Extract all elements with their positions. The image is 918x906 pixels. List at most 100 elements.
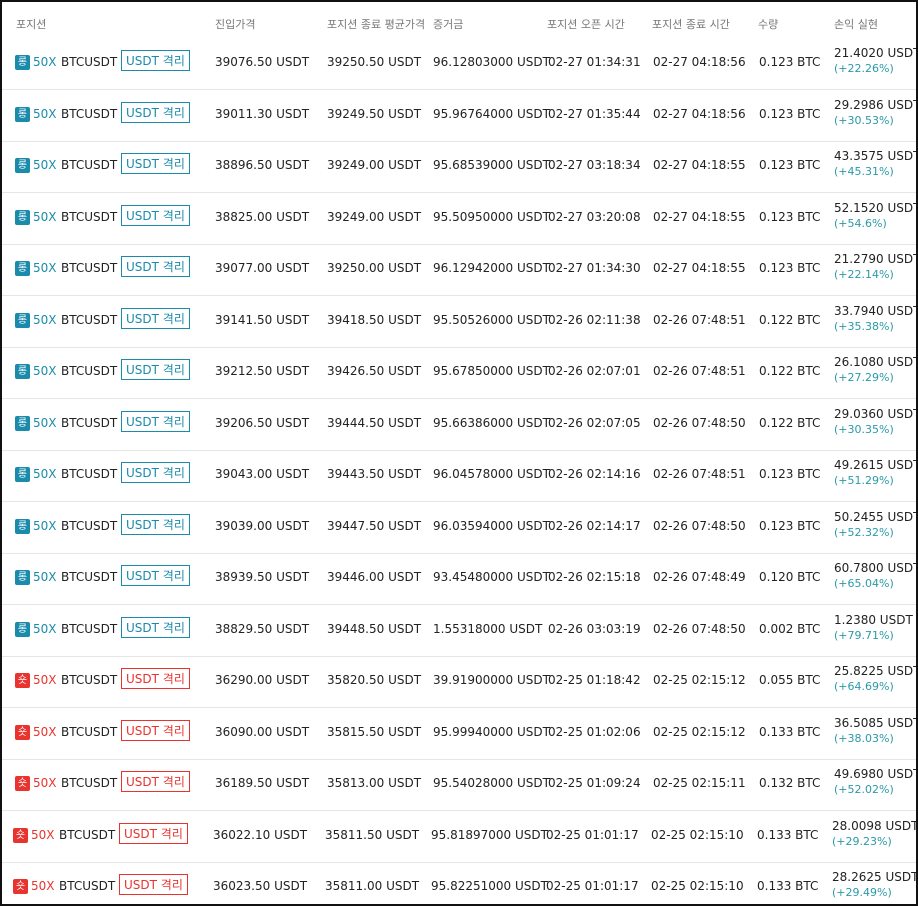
pnl-cell: 28.2625 USDT (+29.49%) — [832, 869, 916, 901]
close-time-cell: 02-27 04:18:55 — [653, 261, 746, 275]
pnl-value: 50.2455 USDT — [834, 509, 918, 524]
close-avg-price-cell: 35820.50 USDT — [327, 673, 422, 687]
open-time-cell: 02-25 01:01:17 — [546, 879, 639, 893]
entry-price-cell: 36023.50 USDT — [213, 879, 308, 893]
entry-price-cell: 39206.50 USDT — [215, 415, 310, 430]
table-row[interactable]: 롱 50X BTCUSDT USDT 격리 38825.00 USDT 39249.00 … — [2, 193, 916, 245]
close-avg-price-cell: 35815.50 USDT — [327, 724, 422, 739]
side-badge: 롱 — [15, 209, 30, 225]
leverage-label: 50X — [33, 776, 57, 790]
pnl-percent: (+30.53%) — [834, 113, 894, 127]
close-avg-price-cell: 39250.00 USDT — [327, 261, 422, 275]
leverage-label: 50X — [33, 570, 57, 584]
margin-cell: 95.67850000 USDT — [433, 364, 550, 378]
side-badge: 롱 — [15, 467, 30, 482]
pnl-value: 36.5085 USDT — [834, 715, 918, 730]
pnl-value: 52.1520 USDT — [834, 200, 918, 215]
close-avg-price-cell: 39444.50 USDT — [327, 415, 422, 430]
pnl-percent: (+22.26%) — [834, 62, 894, 75]
side-badge: 롱 — [15, 621, 30, 637]
side-badge: 롱 — [15, 261, 30, 276]
symbol-label: BTCUSDT — [59, 827, 116, 842]
margin-mode-tag: USDT 격리 — [121, 101, 190, 123]
quantity-cell: 0.132 BTC — [759, 776, 821, 790]
margin-mode-tag: USDT 격리 — [121, 307, 190, 329]
margin-cell: 95.68539000 USDT — [433, 158, 550, 172]
margin-mode-tag: USDT 격리 — [121, 513, 190, 535]
pnl-cell: 33.7940 USDT (+35.38%) — [834, 303, 916, 335]
symbol-label: BTCUSDT — [61, 364, 118, 378]
entry-price-cell: 38896.50 USDT — [215, 158, 310, 172]
table-row[interactable]: 롱 50X BTCUSDT USDT 격리 39077.00 USDT 39250.00 … — [2, 244, 916, 296]
header-close-avg-price: 포지션 종료 평균가격 — [327, 18, 426, 31]
close-avg-price-cell: 39447.50 USDT — [327, 518, 422, 533]
table-row[interactable]: 숏 50X BTCUSDT USDT 격리 36023.50 USDT 35811.00 … — [2, 862, 916, 904]
table-row[interactable]: 롱 50X BTCUSDT USDT 격리 39212.50 USDT 39426.50 … — [2, 347, 916, 399]
open-time-cell: 02-26 02:14:17 — [548, 518, 641, 533]
header-position: 포지션 — [16, 18, 47, 31]
table-row[interactable]: 롱 50X BTCUSDT USDT 격리 39043.00 USDT 39443.50 … — [2, 450, 916, 502]
table-row[interactable]: 롱 50X BTCUSDT USDT 격리 39039.00 USDT 39447.50 … — [2, 502, 916, 554]
leverage-label: 50X — [31, 827, 55, 842]
table-row[interactable]: 롱 50X BTCUSDT USDT 격리 39011.30 USDT 39249.50 … — [2, 90, 916, 142]
table-row[interactable]: 롱 50X BTCUSDT USDT 격리 38896.50 USDT 39249.00 … — [2, 141, 916, 193]
symbol-label: BTCUSDT — [61, 312, 118, 327]
pnl-percent: (+52.32%) — [834, 525, 894, 539]
leverage-label: 50X — [33, 261, 57, 275]
close-time-cell: 02-26 07:48:49 — [653, 570, 746, 584]
pnl-value: 1.2380 USDT — [834, 612, 913, 627]
table-header: 포지션 진입가격 포지션 종료 평균가격 증거금 포지션 오픈 시간 포지션 종… — [2, 2, 916, 38]
margin-mode-tag: USDT 격리 — [121, 204, 190, 226]
quantity-cell: 0.123 BTC — [759, 106, 821, 121]
table-row[interactable]: 숏 50X BTCUSDT USDT 격리 36189.50 USDT 35813.00 … — [2, 759, 916, 811]
header-pnl: 손익 실현 — [834, 18, 878, 31]
table-row[interactable]: 숏 50X BTCUSDT USDT 격리 36090.00 USDT 35815.50 … — [2, 708, 916, 760]
leverage-label: 50X — [33, 467, 57, 481]
entry-price-cell: 38829.50 USDT — [215, 621, 310, 636]
close-time-cell: 02-27 04:18:55 — [653, 209, 746, 224]
margin-mode-tag: USDT 격리 — [121, 256, 190, 277]
table-row[interactable]: 롱 50X BTCUSDT USDT 격리 38829.50 USDT 39448.50 … — [2, 605, 916, 657]
close-avg-price-cell: 39249.00 USDT — [327, 158, 422, 172]
pnl-cell: 25.8225 USDT (+64.69%) — [834, 663, 918, 695]
symbol-label: BTCUSDT — [61, 621, 118, 636]
side-badge: 롱 — [15, 570, 30, 585]
header-close-time: 포지션 종료 시간 — [652, 18, 730, 31]
side-badge: 롱 — [15, 364, 30, 379]
side-badge: 롱 — [15, 518, 30, 534]
table-row[interactable]: 롱 50X BTCUSDT USDT 격리 39076.50 USDT 39250.50 … — [2, 38, 916, 90]
table-row[interactable]: 롱 50X BTCUSDT USDT 격리 39141.50 USDT 39418.50 … — [2, 296, 916, 348]
margin-mode-tag: USDT 격리 — [121, 565, 190, 586]
pnl-value: 43.3575 USDT — [834, 149, 918, 163]
open-time-cell: 02-26 02:11:38 — [548, 312, 641, 327]
pnl-percent: (+22.14%) — [834, 268, 894, 281]
leverage-label: 50X — [33, 621, 57, 636]
open-time-cell: 02-26 02:14:16 — [548, 467, 641, 481]
table-row[interactable]: 숏 50X BTCUSDT USDT 격리 36022.10 USDT 35811.50 … — [2, 811, 916, 863]
margin-mode-tag: USDT 격리 — [119, 874, 188, 895]
pnl-percent: (+65.04%) — [834, 577, 894, 590]
pnl-percent: (+30.35%) — [834, 422, 894, 436]
close-time-cell: 02-26 07:48:50 — [653, 621, 746, 636]
open-time-cell: 02-26 03:03:19 — [548, 621, 641, 636]
close-time-cell: 02-27 04:18:56 — [653, 106, 746, 121]
leverage-label: 50X — [33, 673, 57, 687]
symbol-label: BTCUSDT — [61, 261, 118, 275]
leverage-label: 50X — [33, 518, 57, 533]
table-row[interactable]: 숏 50X BTCUSDT USDT 격리 36290.00 USDT 35820.50 … — [2, 656, 916, 708]
margin-cell: 1.55318000 USDT — [433, 621, 543, 636]
side-badge: 숏 — [15, 724, 30, 740]
margin-mode-tag: USDT 격리 — [121, 616, 190, 638]
pnl-percent: (+45.31%) — [834, 165, 894, 178]
close-avg-price-cell: 35813.00 USDT — [327, 776, 422, 790]
table-row[interactable]: 롱 50X BTCUSDT USDT 격리 38939.50 USDT 39446.00 … — [2, 553, 916, 605]
pnl-value: 25.8225 USDT — [834, 664, 918, 678]
quantity-cell: 0.123 BTC — [759, 158, 821, 172]
close-avg-price-cell: 39426.50 USDT — [327, 364, 422, 378]
table-row[interactable]: 롱 50X BTCUSDT USDT 격리 39206.50 USDT 39444.50 … — [2, 399, 916, 451]
pnl-value: 29.2986 USDT — [834, 97, 918, 112]
margin-mode-tag: USDT 격리 — [121, 50, 190, 71]
pnl-percent: (+54.6%) — [834, 216, 887, 230]
pnl-percent: (+51.29%) — [834, 474, 894, 487]
close-time-cell: 02-27 04:18:55 — [653, 158, 746, 172]
